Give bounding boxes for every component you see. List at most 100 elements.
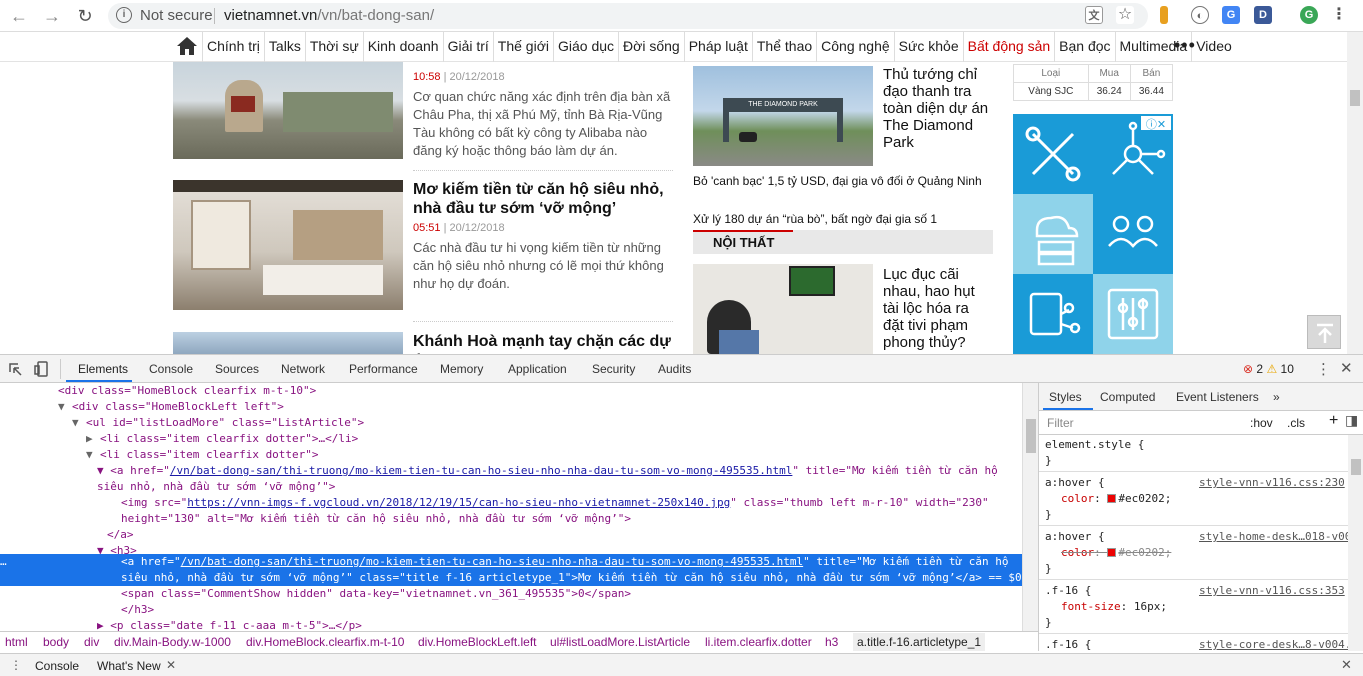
breadcrumb-item[interactable]: div.HomeBlockLeft.left <box>418 635 537 649</box>
extension-icon[interactable]: ◐ <box>1191 6 1209 24</box>
url-text[interactable]: vietnamnet.vn/vn/bat-dong-san/ <box>224 7 434 24</box>
breadcrumb-item[interactable]: div <box>84 635 99 649</box>
css-property[interactable]: font-size: 16px; <box>1061 599 1167 615</box>
error-count[interactable]: ⊗ 2 ⚠ 10 <box>1243 362 1294 376</box>
article-title[interactable]: Mơ kiếm tiền từ căn hộ siêu nhỏ, nhà đầu… <box>413 180 675 218</box>
nav-item[interactable]: Thể thao <box>751 32 816 62</box>
tab-styles[interactable]: Styles <box>1049 390 1082 404</box>
dom-node[interactable]: ▼ <li class="item clearfix dotter"> <box>86 447 319 463</box>
rule-selector[interactable]: a:hover {style-home-desk…018-v009.css:3 <box>1045 529 1348 545</box>
nav-item[interactable]: Sức khỏe <box>893 32 963 62</box>
tab-event-listeners[interactable]: Event Listeners <box>1176 390 1259 404</box>
star-icon[interactable]: ☆ <box>1116 6 1134 24</box>
address-bar[interactable]: i Not secure vietnamnet.vn/vn/bat-dong-s… <box>108 3 1148 29</box>
dom-node[interactable]: ▼ <div class="HomeBlockLeft left"> <box>58 399 284 415</box>
nav-item[interactable]: Pháp luật <box>683 32 752 62</box>
side-thumbnail[interactable]: THE DIAMOND PARK <box>693 66 873 166</box>
tab-audits[interactable]: Audits <box>658 362 691 376</box>
dom-node[interactable]: height="130" alt="Mơ kiếm tiền từ căn hộ… <box>121 511 631 527</box>
nav-item[interactable]: Giáo dục <box>553 32 618 62</box>
dom-node[interactable]: <a href="/vn/bat-dong-san/thi-truong/mo-… <box>121 554 1008 570</box>
nav-item[interactable]: Thế giới <box>492 32 553 62</box>
breadcrumb-item[interactable]: ul#listLoadMore.ListArticle <box>550 635 690 649</box>
css-property[interactable]: color: #ec0202; <box>1061 545 1171 561</box>
side-article-title[interactable]: Thủ tướng chỉ đạo thanh tra toàn diện dự… <box>883 66 993 151</box>
article-thumbnail[interactable] <box>173 180 403 310</box>
tab-performance[interactable]: Performance <box>349 362 418 376</box>
ad-choices-icon[interactable]: ⓘ✕ <box>1141 116 1171 131</box>
dom-node[interactable]: siêu nhỏ, nhà đầu tư sớm ‘vỡ mộng’"> <box>97 479 335 495</box>
dom-node[interactable]: siêu nhỏ, nhà đầu tư sớm ‘vỡ mộng’" clas… <box>121 570 1022 586</box>
filter-input[interactable]: Filter <box>1047 416 1074 430</box>
nav-item[interactable]: Công nghệ <box>816 32 894 62</box>
scroll-to-top-button[interactable] <box>1307 315 1341 349</box>
dom-node[interactable]: ▶ <li class="item clearfix dotter">…</li> <box>86 431 358 447</box>
tab-memory[interactable]: Memory <box>440 362 483 376</box>
menu-icon[interactable]: ⋮ <box>1330 6 1348 24</box>
dom-node[interactable]: <span class="CommentShow hidden" data-ke… <box>121 586 631 602</box>
dom-ellipsis[interactable]: … <box>0 554 7 570</box>
source-link[interactable]: style-vnn-v116.css:353 <box>1199 583 1345 599</box>
drawer-tab-console[interactable]: Console <box>35 659 79 673</box>
cls-toggle[interactable]: .cls <box>1287 416 1305 430</box>
source-link[interactable]: style-vnn-v116.css:230 <box>1199 475 1345 491</box>
article-thumbnail[interactable] <box>173 332 403 354</box>
close-devtools-icon[interactable]: ✕ <box>1340 359 1353 377</box>
rule-selector[interactable]: .f-16 {style-vnn-v116.css:353 <box>1045 583 1348 599</box>
drawer-tab-whats-new[interactable]: What's New <box>97 659 161 673</box>
nav-item[interactable]: Bạn đọc <box>1054 32 1114 62</box>
source-link[interactable]: style-core-desk…8-v004.css:342 <box>1199 637 1348 651</box>
nav-item[interactable]: Thời sự <box>304 32 363 62</box>
breadcrumb-item[interactable]: body <box>43 635 69 649</box>
article-title[interactable]: Khánh Hoà mạnh tay chặn các dự án BĐS... <box>413 332 675 354</box>
rule-selector[interactable]: a:hover {style-vnn-v116.css:230 <box>1045 475 1348 491</box>
elements-tree[interactable]: ▼ <li class="item clearfix dotter"> ▶ <li c… <box>0 383 1022 631</box>
tab-network[interactable]: Network <box>281 362 325 376</box>
breadcrumb-item[interactable]: a.title.f-16.articletype_1 <box>853 633 986 651</box>
dom-node[interactable]: </a> <box>107 527 134 543</box>
style-rules[interactable]: element.style {} a:hover {style-vnn-v116.… <box>1039 435 1348 651</box>
dom-node[interactable]: ▼ <ul id="listLoadMore" class="ListArticl… <box>72 415 364 431</box>
breadcrumb-item[interactable]: div.HomeBlock.clearfix.m-t-10 <box>246 635 404 649</box>
toggle-sidebar-icon[interactable]: ◨ <box>1345 412 1358 429</box>
side-article-title[interactable]: Lục đục cãi nhau, hao hụt tài lộc hóa ra… <box>883 266 993 351</box>
tab-sources[interactable]: Sources <box>215 362 259 376</box>
color-swatch-icon[interactable] <box>1107 548 1117 557</box>
nav-item[interactable]: Đời sống <box>618 32 684 62</box>
rule-selector[interactable]: element.style { <box>1045 437 1348 453</box>
source-link[interactable]: style-home-desk…018-v009.css:3 <box>1199 529 1348 545</box>
article-thumbnail[interactable] <box>173 62 403 159</box>
breadcrumb-item[interactable]: html <box>5 635 28 649</box>
reload-icon[interactable]: ↻ <box>74 5 96 27</box>
rule-selector[interactable]: .f-16 {style-core-desk…8-v004.css:342 <box>1045 637 1348 651</box>
scrollbar-thumb[interactable] <box>1350 90 1360 106</box>
profile-avatar[interactable]: G <box>1300 6 1318 24</box>
side-link[interactable]: Xử lý 180 dự án “rùa bò”, bất ngờ đại gi… <box>693 212 993 227</box>
info-icon[interactable]: i <box>116 7 132 23</box>
dom-link[interactable]: https://vnn-imgs-f.vgcloud.vn/2018/12/19… <box>187 496 730 509</box>
dom-link[interactable]: /vn/bat-dong-san/thi-truong/mo-kiem-tien… <box>181 555 804 568</box>
dom-link[interactable]: /vn/bat-dong-san/thi-truong/mo-kiem-tien… <box>170 464 793 477</box>
dom-node[interactable]: <img src="https://vnn-imgs-f.vgcloud.vn/… <box>121 495 989 511</box>
dom-node[interactable]: ▶ <p class="date f-11 c-aaa m-t-5">…</p> <box>97 618 362 631</box>
tab-console[interactable]: Console <box>149 362 193 376</box>
ad-banner[interactable]: ⓘ✕ <box>1013 114 1173 354</box>
dom-node[interactable]: <div class="HomeBlock clearfix m-t-10"> <box>44 383 316 399</box>
scrollbar-thumb[interactable] <box>1351 459 1361 475</box>
color-swatch-icon[interactable] <box>1107 494 1117 503</box>
tab-application[interactable]: Application <box>508 362 567 376</box>
breadcrumb-item[interactable]: div.Main-Body.w-1000 <box>114 635 231 649</box>
scrollbar-thumb[interactable] <box>1026 419 1036 453</box>
dom-node[interactable]: ▼ <a href="/vn/bat-dong-san/thi-truong/m… <box>97 463 998 479</box>
nav-item[interactable]: Kinh doanh <box>362 32 443 62</box>
hov-toggle[interactable]: :hov <box>1250 416 1273 430</box>
back-icon[interactable]: ← <box>8 5 30 27</box>
nav-item[interactable]: Chính trị <box>202 32 264 62</box>
nav-item[interactable]: Talks <box>263 32 305 62</box>
new-rule-icon[interactable]: + <box>1329 412 1338 430</box>
forward-icon[interactable]: → <box>41 5 63 27</box>
expand-toggle[interactable]: ▼ <box>58 399 72 415</box>
more-tabs-icon[interactable]: » <box>1273 390 1280 404</box>
nav-item[interactable]: Video <box>1191 32 1236 62</box>
page-scrollbar[interactable] <box>1347 32 1363 354</box>
